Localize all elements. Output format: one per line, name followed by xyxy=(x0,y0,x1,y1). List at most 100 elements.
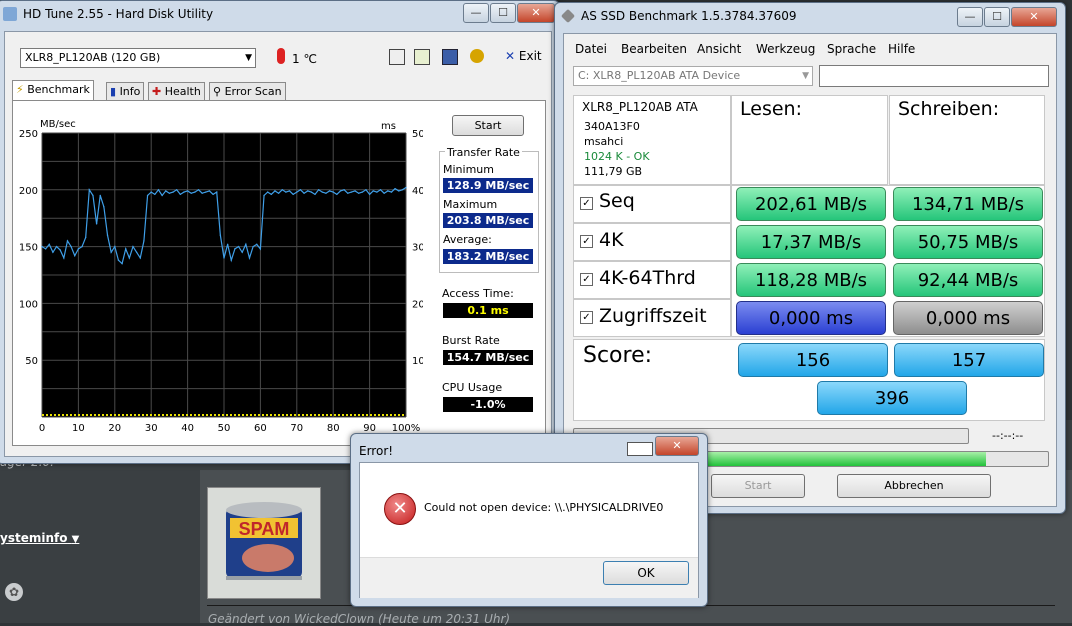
options-icon[interactable] xyxy=(470,49,484,63)
tab-error-scan[interactable]: ⚲ Error Scan xyxy=(209,82,286,100)
tab-info[interactable]: ▮ Info xyxy=(106,82,145,100)
data-point xyxy=(379,189,382,191)
data-point xyxy=(219,234,222,236)
menu-bearbeiten[interactable]: Bearbeiten xyxy=(621,42,687,56)
data-point xyxy=(281,189,283,191)
abort-button[interactable]: Abbrechen xyxy=(837,474,991,498)
asssd-maximize-button[interactable]: ☐ xyxy=(984,7,1010,27)
data-point xyxy=(59,249,61,251)
minimum-value: 128.9 MB/sec xyxy=(443,178,533,193)
average-label: Average: xyxy=(443,233,492,246)
data-point xyxy=(270,193,273,196)
read-header-cell: Lesen: xyxy=(731,95,888,185)
transfer-rate-label: Transfer Rate xyxy=(445,146,522,159)
data-point xyxy=(339,190,342,192)
asssd-minimize-button[interactable]: — xyxy=(957,7,983,27)
menu-werkzeug[interactable]: Werkzeug xyxy=(756,42,815,56)
drive-select[interactable]: XLR8_PL120AB (120 GB) ▼ xyxy=(20,48,256,68)
4k64-checkbox[interactable]: ✓ xyxy=(580,273,593,286)
data-point xyxy=(175,189,178,191)
data-point xyxy=(52,251,54,253)
data-point xyxy=(372,190,374,192)
access-time-value: 0.1 ms xyxy=(443,303,533,318)
magnifier-icon: ⚲ xyxy=(213,85,222,98)
seq-label: Seq xyxy=(599,190,635,212)
save-icon[interactable] xyxy=(442,49,458,65)
asssd-titlebar[interactable]: AS SSD Benchmark 1.5.3784.37609 — ☐ ✕ xyxy=(555,3,1065,31)
seq-checkbox[interactable]: ✓ xyxy=(580,197,593,210)
access-label: Zugriffszeit xyxy=(599,305,707,327)
data-point xyxy=(314,193,316,196)
error-titlebar[interactable]: Error! ✕ xyxy=(351,434,707,462)
copy-all-icon[interactable] xyxy=(414,49,430,65)
data-point xyxy=(161,194,163,197)
ok-button[interactable]: OK xyxy=(603,561,689,585)
y-tick-label: 200 xyxy=(19,186,38,197)
drive-firmware: 340A13F0 xyxy=(584,120,640,133)
access-write-result: 0,000 ms xyxy=(893,301,1043,335)
cpu-usage-value: -1.0% xyxy=(443,397,533,412)
systeminfo-link[interactable]: ysteminfo ▼ xyxy=(0,531,79,545)
data-point xyxy=(347,192,349,194)
score-total: 396 xyxy=(817,381,967,415)
drive-driver: msahci xyxy=(584,135,624,148)
close-button[interactable]: ✕ xyxy=(517,3,555,23)
error-close-button[interactable]: ✕ xyxy=(655,436,699,456)
data-point xyxy=(74,254,76,257)
data-point xyxy=(95,223,98,225)
asssd-close-button[interactable]: ✕ xyxy=(1011,7,1057,27)
start-button[interactable]: Start xyxy=(452,115,524,136)
4k-read-result: 17,37 MB/s xyxy=(736,225,886,259)
data-point xyxy=(190,192,192,194)
copy-icon[interactable] xyxy=(389,49,405,65)
write-header-cell: Schreiben: xyxy=(889,95,1045,185)
tab-health[interactable]: ✚ Health xyxy=(148,82,205,100)
menu-ansicht[interactable]: Ansicht xyxy=(697,42,741,56)
data-point xyxy=(135,251,138,253)
benchmark-icon: ⚡ xyxy=(16,83,24,96)
data-point xyxy=(212,193,214,196)
data-point xyxy=(350,191,353,193)
hdtune-titlebar[interactable]: HD Tune 2.55 - Hard Disk Utility — ☐ ✕ xyxy=(0,1,559,29)
row-4k-label-cell xyxy=(573,223,731,261)
maximize-button[interactable]: ☐ xyxy=(490,3,516,23)
start-button-ssd[interactable]: Start xyxy=(711,474,805,498)
data-point xyxy=(328,190,331,192)
data-point xyxy=(325,192,327,194)
data-point xyxy=(256,243,258,246)
thermometer-icon xyxy=(277,48,285,64)
access-checkbox[interactable]: ✓ xyxy=(580,311,593,324)
caret-down-icon: ▼ xyxy=(71,534,80,545)
progress-time: --:--:-- xyxy=(992,429,1024,442)
menu-sprache[interactable]: Sprache xyxy=(827,42,876,56)
data-point xyxy=(194,191,196,193)
drive-name: XLR8_PL120AB ATA xyxy=(582,100,698,114)
data-point xyxy=(208,190,211,192)
data-point xyxy=(343,189,345,191)
data-point xyxy=(81,245,83,248)
4k-write-result: 50,75 MB/s xyxy=(893,225,1043,259)
minimize-button[interactable]: — xyxy=(463,3,489,23)
data-point xyxy=(266,191,269,193)
extra-input[interactable] xyxy=(819,65,1049,87)
edited-by-text: Geändert von WickedClown (Heute um 20:31… xyxy=(208,612,511,626)
data-point xyxy=(70,245,72,248)
maximum-value: 203.8 MB/sec xyxy=(443,213,533,228)
data-point xyxy=(110,251,112,253)
x-tick-label: 80 xyxy=(327,423,340,434)
4k-checkbox[interactable]: ✓ xyxy=(580,235,593,248)
settings-icon[interactable]: ✿ xyxy=(5,583,23,601)
menu-datei[interactable]: Datei xyxy=(575,42,607,56)
data-point xyxy=(230,259,232,261)
data-point xyxy=(263,194,265,197)
score-label: Score: xyxy=(583,343,653,368)
tab-benchmark[interactable]: ⚡ Benchmark xyxy=(12,80,94,101)
menu-hilfe[interactable]: Hilfe xyxy=(888,42,915,56)
device-select[interactable]: C: XLR8_PL120AB ATA Device ▼ xyxy=(573,66,813,86)
y2-tick-label: 40 xyxy=(412,186,423,197)
data-point xyxy=(234,248,236,250)
benchmark-chart: 250 200 150 100 50 50 40 30 20 10 0 10 20 30 40 50 60 70… xyxy=(19,129,423,434)
exit-button[interactable]: ✕ Exit xyxy=(505,49,542,63)
data-point xyxy=(143,240,145,242)
data-point xyxy=(77,248,80,250)
